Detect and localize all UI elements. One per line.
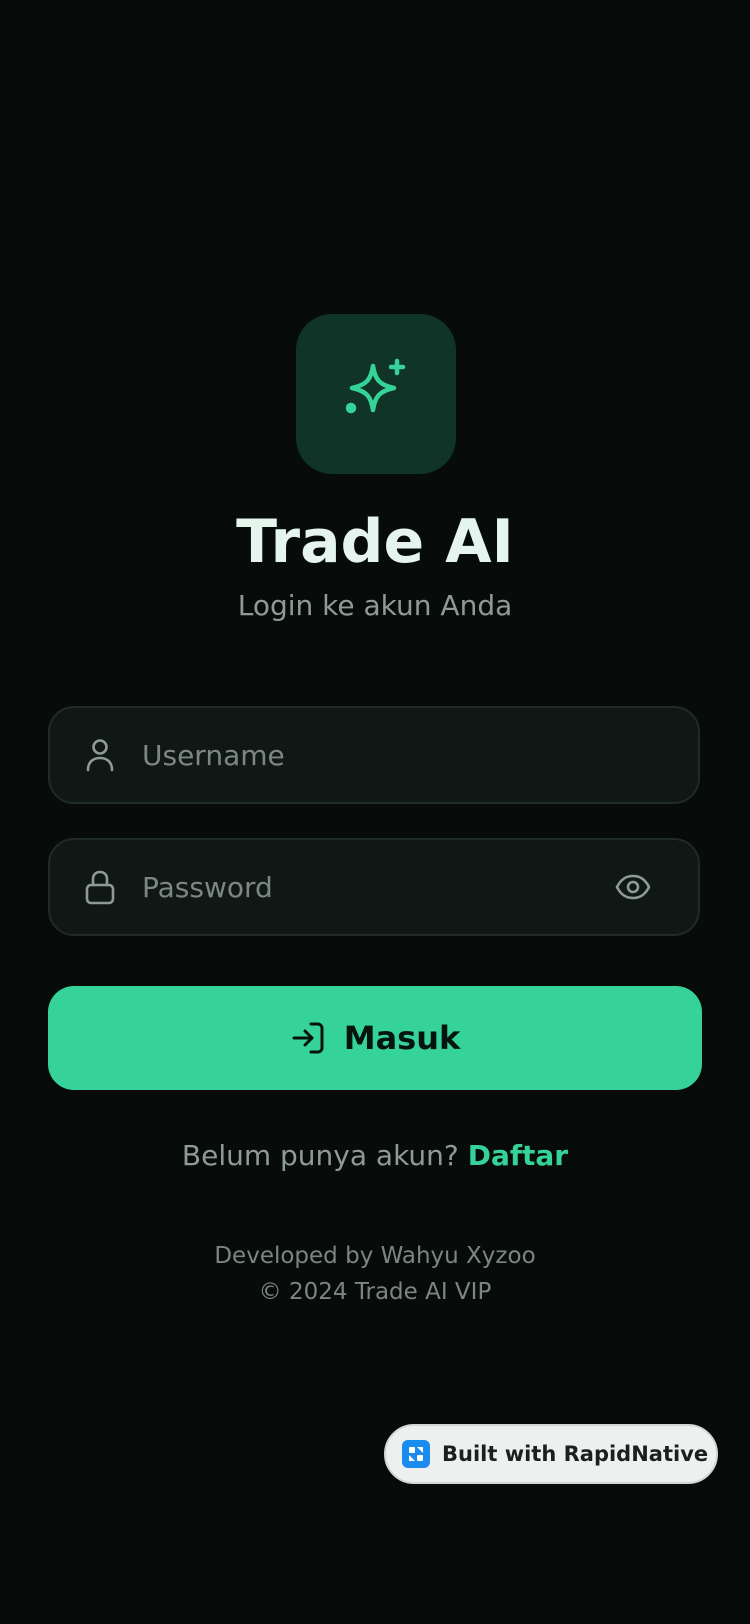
app-logo [296, 314, 456, 474]
built-with-badge[interactable]: Built with RapidNative [384, 1424, 718, 1484]
password-input[interactable] [142, 840, 582, 934]
copyright-text: © 2024 Trade AI VIP [258, 1279, 492, 1305]
login-button-label: Masuk [343, 1019, 461, 1057]
username-input[interactable] [142, 708, 582, 802]
app-title: Trade AI [236, 507, 514, 577]
lock-icon [84, 869, 116, 905]
login-button[interactable]: Masuk [48, 986, 702, 1090]
login-icon [290, 1020, 326, 1056]
signup-row: Belum punya akun? Daftar [0, 1136, 750, 1176]
user-icon [84, 737, 116, 773]
sparkles-icon [340, 356, 412, 432]
login-subtitle: Login ke akun Anda [237, 589, 513, 622]
username-field[interactable] [48, 706, 700, 804]
eye-icon[interactable] [614, 872, 652, 902]
login-screen: Trade AI Login ke akun Anda Username Mas… [0, 0, 750, 1624]
password-field[interactable] [48, 838, 700, 936]
badge-label: Built with RapidNative [442, 1442, 709, 1466]
developer-credit: Developed by Wahyu Xyzoo [214, 1243, 536, 1269]
rapidnative-logo-icon [402, 1440, 430, 1468]
signup-link[interactable]: Daftar [468, 1139, 568, 1172]
signup-prompt: Belum punya akun? [181, 1139, 459, 1172]
footer: Developed by Wahyu Xyzoo © 2024 Trade AI… [0, 1238, 750, 1310]
